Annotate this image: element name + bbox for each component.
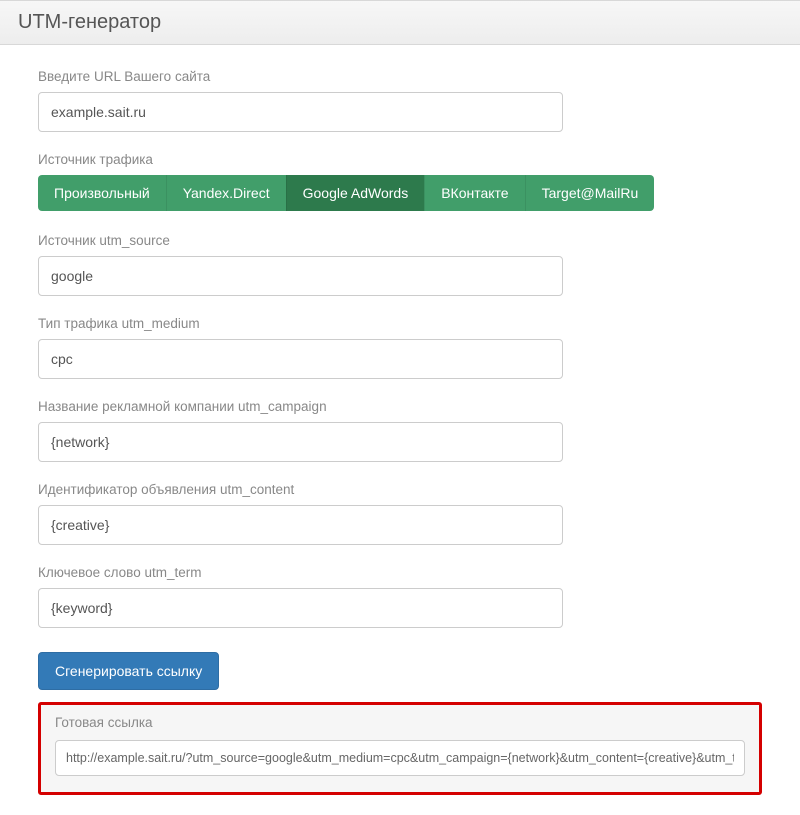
utm-campaign-group: Название рекламной компании utm_campaign	[38, 399, 762, 462]
traffic-source-buttons: Произвольный Yandex.Direct Google AdWord…	[38, 175, 654, 211]
source-btn-custom[interactable]: Произвольный	[38, 175, 166, 211]
source-btn-google[interactable]: Google AdWords	[286, 175, 425, 211]
utm-content-label: Идентификатор объявления utm_content	[38, 482, 762, 497]
utm-medium-input[interactable]	[38, 339, 563, 379]
result-input[interactable]	[55, 740, 745, 776]
source-btn-vk[interactable]: ВКонтакте	[424, 175, 524, 211]
url-label: Введите URL Вашего сайта	[38, 69, 762, 84]
result-box: Готовая ссылка	[38, 702, 762, 795]
traffic-source-label: Источник трафика	[38, 152, 762, 167]
utm-source-label: Источник utm_source	[38, 233, 762, 248]
utm-source-input[interactable]	[38, 256, 563, 296]
utm-campaign-input[interactable]	[38, 422, 563, 462]
utm-source-group: Источник utm_source	[38, 233, 762, 296]
utm-term-label: Ключевое слово utm_term	[38, 565, 762, 580]
traffic-source-group: Источник трафика Произвольный Yandex.Dir…	[38, 152, 762, 211]
page-title: UTM-генератор	[18, 11, 782, 34]
utm-medium-group: Тип трафика utm_medium	[38, 316, 762, 379]
content-area: Введите URL Вашего сайта Источник трафик…	[0, 45, 800, 815]
source-btn-yandex[interactable]: Yandex.Direct	[166, 175, 286, 211]
utm-medium-label: Тип трафика utm_medium	[38, 316, 762, 331]
page-header: UTM-генератор	[0, 0, 800, 45]
url-input[interactable]	[38, 92, 563, 132]
generate-button[interactable]: Сгенерировать ссылку	[38, 652, 219, 690]
utm-content-group: Идентификатор объявления utm_content	[38, 482, 762, 545]
url-group: Введите URL Вашего сайта	[38, 69, 762, 132]
utm-content-input[interactable]	[38, 505, 563, 545]
utm-term-input[interactable]	[38, 588, 563, 628]
utm-term-group: Ключевое слово utm_term	[38, 565, 762, 628]
source-btn-targetmailru[interactable]: Target@MailRu	[525, 175, 655, 211]
utm-campaign-label: Название рекламной компании utm_campaign	[38, 399, 762, 414]
